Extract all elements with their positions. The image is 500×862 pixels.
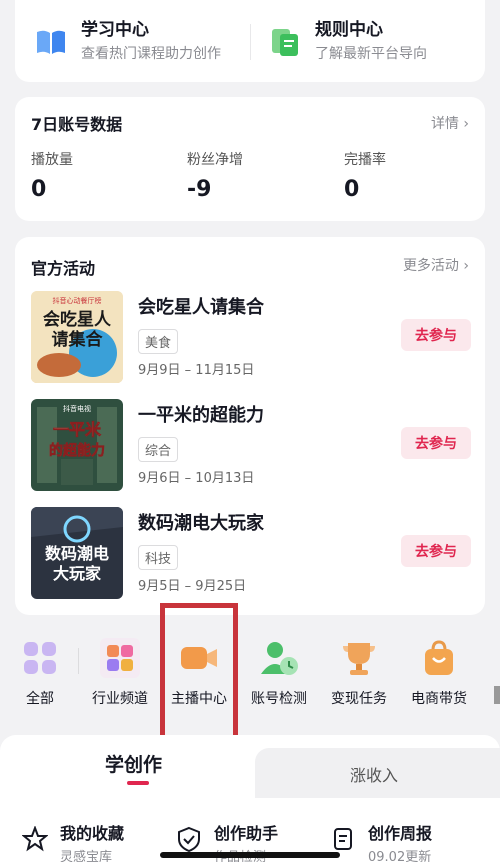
tool-title: 创作周报 <box>368 824 433 843</box>
svg-text:抖音电视: 抖音电视 <box>63 404 91 413</box>
activity-thumbnail: 抖音心动餐厅榜 会吃星人 请集合 <box>31 291 123 383</box>
activity-tag: 科技 <box>138 545 179 570</box>
tool-favorites[interactable]: 我的收藏 灵感宝库 <box>21 820 125 862</box>
activity-dates: 9月6日 – 10月13日 <box>138 471 255 486</box>
stat-label: 播放量 <box>31 152 73 168</box>
stat-value: 0 <box>344 177 360 202</box>
category-label: 行业频道 <box>92 691 148 707</box>
activity-thumbnail: 数码潮电 大玩家 <box>31 507 123 599</box>
rules-icon <box>267 24 303 60</box>
trophy-icon <box>339 638 379 678</box>
rules-center-title: 规则中心 <box>315 20 383 40</box>
svg-text:的超能力: 的超能力 <box>49 442 105 459</box>
next-category-partial <box>494 686 500 704</box>
official-activities-card: 官方活动 更多活动 › 抖音心动餐厅榜 会吃星人 请集合 会吃星人请集合 美食 … <box>15 237 485 615</box>
tool-subtitle: 灵感宝库 <box>60 850 113 862</box>
book-icon <box>33 24 69 60</box>
activity-name: 一平米的超能力 <box>138 405 264 426</box>
category-monetize-tasks[interactable]: 变现任务 <box>324 628 394 708</box>
category-ecommerce[interactable]: 电商带货 <box>404 628 474 708</box>
chevron-right-icon: › <box>463 116 469 132</box>
activity-name: 会吃星人请集合 <box>138 297 264 318</box>
home-indicator <box>160 852 340 858</box>
stat-label: 完播率 <box>344 152 386 168</box>
activity-thumbnail: 抖音电视 一平米 的超能力 <box>31 399 123 491</box>
account-check-icon <box>259 638 299 678</box>
activity-tag: 综合 <box>138 437 179 462</box>
learning-center-title: 学习中心 <box>81 20 149 40</box>
category-label: 变现任务 <box>331 691 387 707</box>
activity-tag: 美食 <box>138 329 179 354</box>
shield-icon <box>176 826 202 853</box>
stat-label: 粉丝净增 <box>187 152 243 168</box>
stat-value: 0 <box>31 177 47 202</box>
report-icon <box>330 826 356 852</box>
svg-text:大玩家: 大玩家 <box>53 564 102 583</box>
svg-text:数码潮电: 数码潮电 <box>45 544 109 563</box>
tab-earn-income[interactable]: 涨收入 <box>350 762 398 786</box>
stats-detail-link[interactable]: 详情 › <box>431 113 469 133</box>
stat-plays: 播放量 0 <box>31 149 73 202</box>
svg-text:会吃星人: 会吃星人 <box>43 309 112 330</box>
category-all[interactable]: 全部 <box>14 628 66 708</box>
category-label: 全部 <box>26 691 54 707</box>
stat-completion: 完播率 0 <box>344 149 386 202</box>
highlight-box <box>160 603 238 747</box>
grid-icon <box>20 638 60 678</box>
divider <box>250 24 251 60</box>
tool-title: 我的收藏 <box>60 824 125 843</box>
tool-weekly-report[interactable]: 创作周报 09.02更新 <box>330 820 432 862</box>
learning-center-subtitle: 查看热门课程助力创作 <box>81 46 221 62</box>
category-industry[interactable]: 行业频道 <box>86 628 154 708</box>
chevron-right-icon: › <box>463 258 469 274</box>
star-icon <box>21 825 49 852</box>
tab-learn-create[interactable]: 学创作 <box>105 750 162 777</box>
quick-links-card: 学习中心 查看热门课程助力创作 规则中心 了解最新平台导向 <box>15 0 485 82</box>
join-button[interactable]: 去参与 <box>401 319 471 351</box>
active-tab-indicator <box>127 781 149 785</box>
stat-fans: 粉丝净增 -9 <box>187 149 243 202</box>
category-label: 电商带货 <box>411 691 467 707</box>
tool-title: 创作助手 <box>214 824 279 843</box>
stat-value: -9 <box>187 177 212 202</box>
activity-dates: 9月5日 – 9月25日 <box>138 579 247 594</box>
stats-title: 7日账号数据 <box>31 115 123 134</box>
join-button[interactable]: 去参与 <box>401 535 471 567</box>
activity-item[interactable]: 数码潮电 大玩家 数码潮电大玩家 科技 9月5日 – 9月25日 去参与 <box>31 507 471 603</box>
svg-text:抖音心动餐厅榜: 抖音心动餐厅榜 <box>53 296 102 305</box>
category-account-check[interactable]: 账号检测 <box>244 628 314 708</box>
learning-center-link[interactable]: 学习中心 查看热门课程助力创作 <box>33 18 221 66</box>
activities-title: 官方活动 <box>31 259 96 278</box>
rules-center-subtitle: 了解最新平台导向 <box>315 46 427 62</box>
industry-icon <box>100 638 140 678</box>
activity-item[interactable]: 抖音电视 一平米 的超能力 一平米的超能力 综合 9月6日 – 10月13日 去… <box>31 399 471 495</box>
svg-text:请集合: 请集合 <box>52 329 104 350</box>
category-row: 全部 行业频道 主播中心 账号检测 变现任务 电商带货 <box>0 628 500 718</box>
activity-item[interactable]: 抖音心动餐厅榜 会吃星人 请集合 会吃星人请集合 美食 9月9日 – 11月15… <box>31 291 471 387</box>
shopping-bag-icon <box>419 638 459 678</box>
more-activities-link[interactable]: 更多活动 › <box>403 255 469 275</box>
activity-dates: 9月9日 – 11月15日 <box>138 363 255 378</box>
join-button[interactable]: 去参与 <box>401 427 471 459</box>
category-label: 账号检测 <box>251 691 307 707</box>
account-stats-card: 7日账号数据 详情 › 播放量 0 粉丝净增 -9 完播率 0 <box>15 97 485 221</box>
activity-name: 数码潮电大玩家 <box>138 513 264 534</box>
rules-center-link[interactable]: 规则中心 了解最新平台导向 <box>267 18 427 66</box>
divider <box>78 648 79 674</box>
tool-subtitle: 09.02更新 <box>368 850 432 862</box>
svg-text:一平米: 一平米 <box>53 420 102 439</box>
